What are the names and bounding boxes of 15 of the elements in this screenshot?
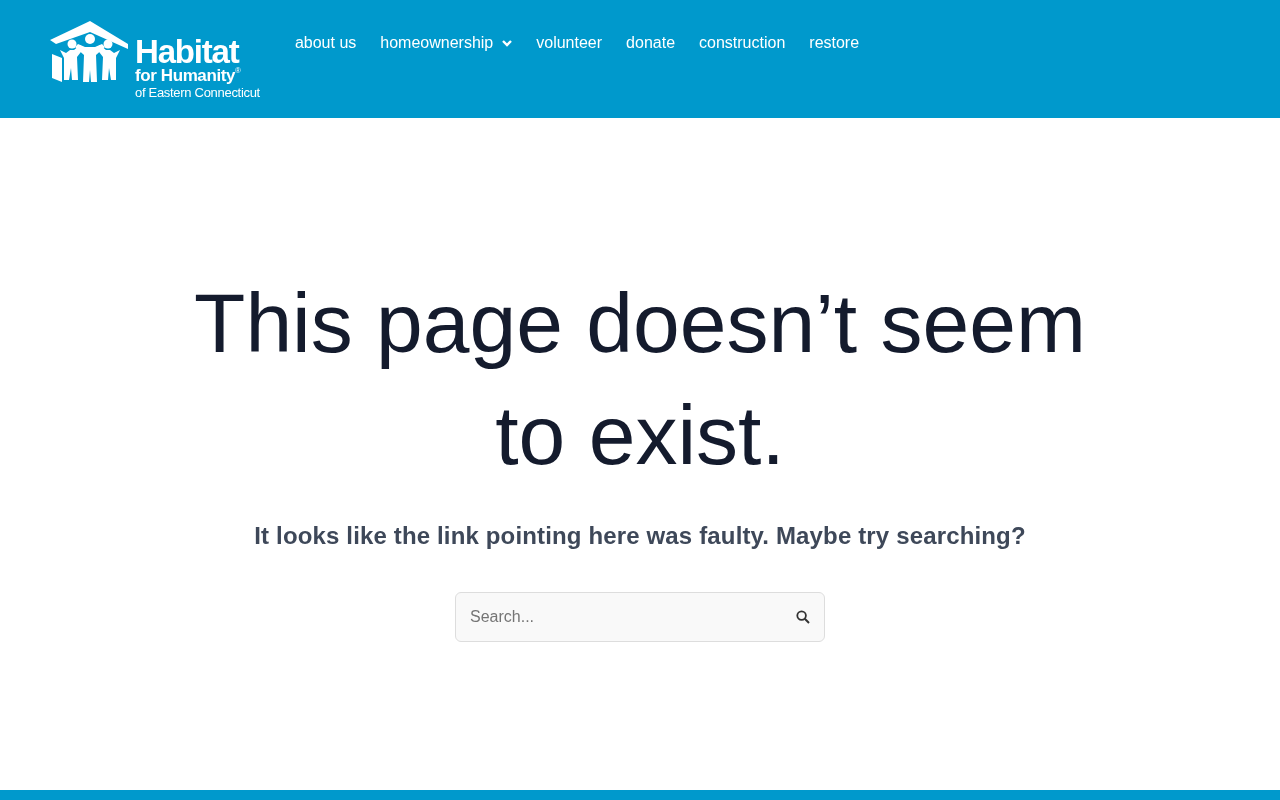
nav-link[interactable]: construction <box>699 33 786 53</box>
page-heading: This page doesn’t seem to exist. <box>193 275 1087 484</box>
search-field[interactable]: Search... <box>455 592 825 642</box>
search-icon <box>796 610 810 624</box>
nav-link[interactable]: donate <box>626 33 676 53</box>
logo-subtitle: for Humanity$^{®}$ <box>135 67 241 85</box>
logo-title: Habitat <box>135 37 239 67</box>
nav-link[interactable]: about us <box>294 33 357 53</box>
logo-icon[interactable] <box>50 20 130 84</box>
logo-region: of Eastern Connecticut <box>135 85 260 100</box>
nav-link[interactable]: volunteer <box>536 33 603 53</box>
nav-link[interactable]: restore <box>809 33 860 53</box>
error-message: It looks like the link pointing here was faulty. Maybe try searching? <box>254 521 1026 551</box>
search-button[interactable] <box>795 609 811 625</box>
nav-link[interactable]: homeownership <box>380 33 513 53</box>
